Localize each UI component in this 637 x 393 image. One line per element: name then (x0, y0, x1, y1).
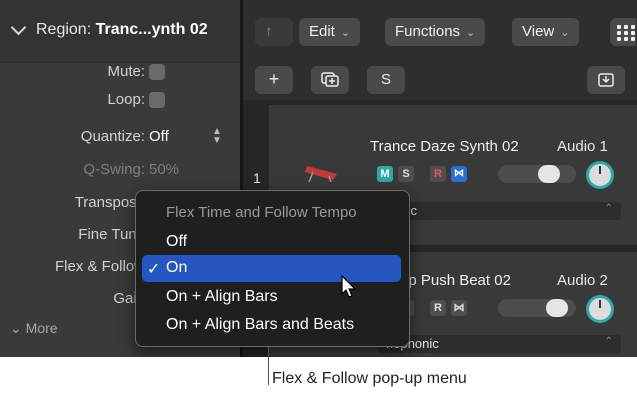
updown-chevron-icon[interactable]: ▲ ▼ (212, 127, 222, 146)
download-button[interactable] (587, 66, 625, 94)
callout-line (268, 345, 269, 385)
pan-knob[interactable] (589, 298, 611, 320)
chevron-down-icon: ⌄ (10, 320, 26, 336)
solo-button[interactable]: S (398, 166, 414, 182)
q-swing-label: Q-Swing: (83, 161, 145, 178)
mute-label: Mute: (107, 63, 145, 80)
loop-row: Loop: (0, 87, 240, 111)
q-swing-row: Q-Swing: 50% (0, 157, 240, 181)
quantize-label: Quantize: (80, 128, 145, 145)
edit-menu[interactable]: Edit ⌄ (299, 18, 361, 46)
region-inspector-header[interactable]: Region: Tranc...ynth 02 (0, 0, 240, 63)
chevron-down-icon[interactable] (10, 19, 27, 36)
region-name: Tranc...ynth 02 (95, 21, 208, 38)
flex-icon[interactable]: ⋈ (451, 300, 467, 316)
q-swing-value: 50% (149, 161, 180, 178)
flex-mode-popup[interactable]: thmic⌃ (378, 202, 621, 220)
pan-knob[interactable] (589, 164, 611, 186)
tracks-toolbar: ↑ Edit ⌄ Functions ⌄ View ⌄ + S (243, 0, 637, 100)
track-name[interactable]: Trance Daze Synth 02 (370, 138, 519, 155)
duplicate-track-button[interactable] (311, 66, 349, 94)
menu-item-off[interactable]: Off (142, 229, 401, 256)
menu-item-on-align-bars[interactable]: On + Align Bars (142, 284, 401, 311)
functions-menu[interactable]: Functions ⌄ (385, 18, 486, 46)
flex-mode-popup[interactable]: nophonic ⌃ (378, 335, 621, 353)
grid-view-icon[interactable] (610, 18, 636, 46)
chevron-down-icon: ⌄ (340, 27, 351, 39)
menu-item-on[interactable]: ✓ On (142, 255, 401, 282)
chevron-down-icon: ⌄ (560, 27, 570, 39)
track-name[interactable]: ep Push Beat 02 (400, 272, 511, 289)
loop-checkbox[interactable] (149, 92, 165, 108)
quantize-row: Quantize: Off ▲ ▼ (0, 124, 240, 148)
updown-chevron-icon: ⌃ (604, 203, 613, 214)
view-menu[interactable]: View ⌄ (512, 18, 580, 46)
more-disclosure[interactable]: ⌄ More (10, 320, 58, 337)
track-number: 1 (253, 170, 261, 186)
more-label: More (25, 320, 58, 336)
menu-item-on-align-bars-beats[interactable]: On + Align Bars and Beats (142, 312, 401, 339)
loop-label: Loop: (107, 91, 145, 108)
record-button[interactable]: R (430, 166, 446, 182)
region-title: Region: Tranc...ynth 02 (36, 21, 208, 38)
synth-keyboard-icon (305, 166, 337, 182)
arrow-up-icon: ↑ (265, 23, 273, 40)
flex-follow-label: Flex & Follow (54, 258, 145, 275)
volume-slider[interactable] (498, 299, 576, 317)
chevron-down-icon: ⌄ (466, 27, 476, 39)
menu-header: Flex Time and Follow Tempo (166, 204, 357, 221)
mute-button[interactable]: M (377, 166, 393, 182)
callout-label: Flex & Follow pop-up menu (272, 370, 467, 387)
flex-follow-popup-menu: Flex Time and Follow Tempo Off ✓ On On + … (135, 190, 410, 347)
mute-row: Mute: (0, 59, 240, 83)
mute-checkbox[interactable] (149, 64, 165, 80)
logic-window: Region: Tranc...ynth 02 Mute: Loop: Quan… (0, 0, 637, 357)
track-output: Audio 2 (557, 272, 608, 289)
record-button[interactable]: R (430, 300, 446, 316)
flex-icon[interactable]: ⋈ (451, 166, 467, 182)
solo-button[interactable]: S (367, 66, 405, 94)
mouse-pointer-icon (341, 275, 357, 298)
duplicate-track-icon (321, 72, 339, 87)
download-icon (598, 73, 614, 87)
checkmark-icon: ✓ (147, 261, 161, 278)
volume-slider[interactable] (498, 165, 576, 183)
catch-up-button[interactable]: ↑ (255, 18, 293, 46)
add-track-button[interactable]: + (255, 66, 293, 94)
track-output: Audio 1 (557, 138, 608, 155)
updown-chevron-icon: ⌃ (604, 336, 613, 347)
quantize-value[interactable]: Off (149, 128, 169, 145)
